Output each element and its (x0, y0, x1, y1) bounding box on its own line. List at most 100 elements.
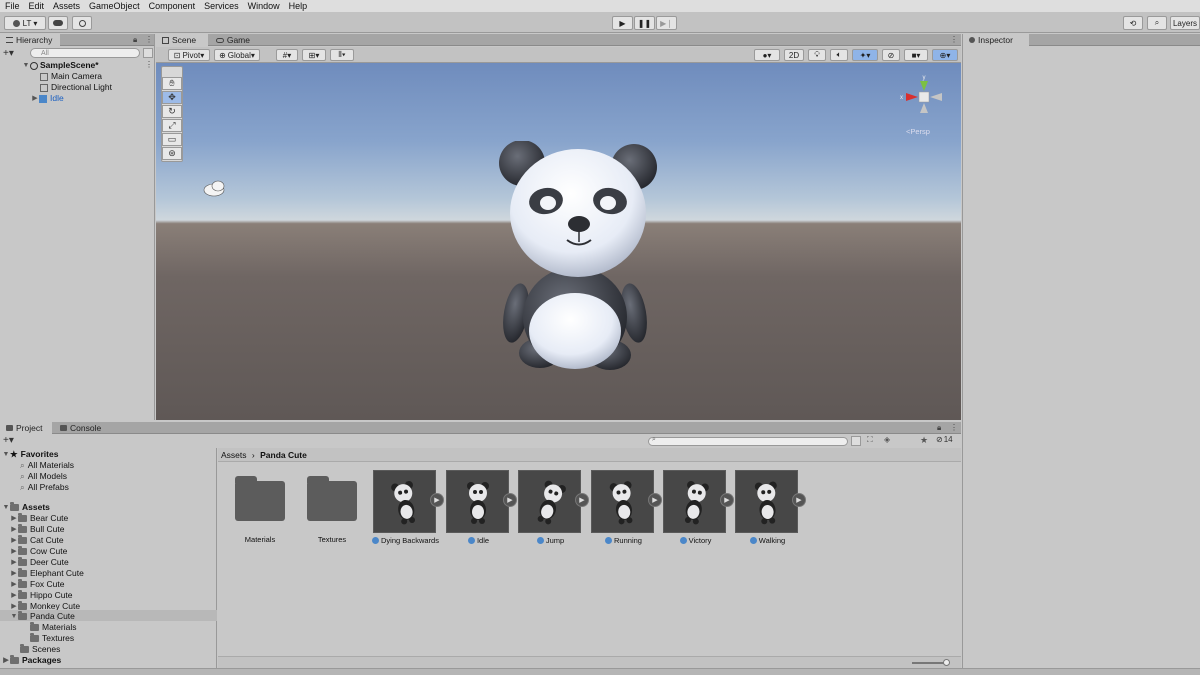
lighting-toggle[interactable]: 💡︎ (808, 49, 826, 61)
scene-menu-icon[interactable]: ⋮ (950, 35, 958, 44)
align-button[interactable]: ⫴▾ (330, 49, 354, 61)
expand-arrow-icon[interactable]: ▶ (2, 655, 10, 666)
asset-folder[interactable]: ▶ Cow Cute (10, 546, 67, 557)
asset-folder[interactable]: ▶ Deer Cute (10, 557, 69, 568)
scene-menu-icon[interactable]: ⋮ (145, 60, 153, 69)
search-button[interactable]: ⌕ (1147, 16, 1167, 30)
play-preview-button[interactable]: ▶ (430, 493, 444, 507)
subfolder-item[interactable]: Textures (30, 633, 74, 644)
animation-thumbnail[interactable] (735, 470, 798, 533)
2d-toggle[interactable]: 2D (784, 49, 804, 61)
expand-arrow-icon[interactable]: ▶ (31, 93, 39, 104)
asset-folder[interactable]: ▶ Elephant Cute (10, 568, 84, 579)
animation-thumbnail[interactable] (518, 470, 581, 533)
tab-project[interactable]: Project (0, 422, 52, 434)
menu-gameobject[interactable]: GameObject (89, 1, 140, 11)
favorite-item[interactable]: ⌕ All Models (20, 471, 67, 482)
rect-tool[interactable]: ▭ (162, 133, 182, 146)
tab-inspector[interactable]: Inspector (963, 34, 1029, 46)
play-preview-button[interactable]: ▶ (503, 493, 517, 507)
camera-dropdown[interactable]: ■▾ (904, 49, 928, 61)
project-search-input[interactable]: ⌕ (648, 436, 848, 446)
lock-icon[interactable]: 🔒︎ (937, 423, 941, 433)
expand-arrow-icon[interactable]: ▼ (2, 449, 10, 460)
asset-folder-selected[interactable]: ▼ Panda Cute (10, 611, 75, 622)
scene-root[interactable]: ▼ SampleScene* (22, 60, 99, 71)
filter-by-label-icon[interactable]: ◈ (884, 435, 890, 444)
play-preview-button[interactable]: ▶ (648, 493, 662, 507)
play-preview-button[interactable]: ▶ (720, 493, 734, 507)
move-tool[interactable]: ✥ (162, 91, 182, 104)
tab-hierarchy[interactable]: Hierarchy (0, 34, 60, 46)
breadcrumb-panda-cute[interactable]: Panda Cute (260, 450, 307, 460)
asset-folder[interactable]: ▶ Cat Cute (10, 535, 64, 546)
scenes-folder[interactable]: Scenes (20, 644, 60, 655)
asset-folder[interactable]: ▶ Hippo Cute (10, 590, 73, 601)
grid-snap-button[interactable]: #▾ (276, 49, 298, 61)
expand-arrow-icon[interactable]: ▶ (10, 557, 18, 568)
account-dropdown[interactable]: LT ▾ (4, 16, 46, 30)
filter-by-type-icon[interactable]: ⛶ (867, 435, 873, 445)
tab-scene[interactable]: Scene (156, 34, 208, 46)
assets-root[interactable]: ▼ Assets (2, 502, 50, 513)
directional-light-gizmo[interactable] (202, 178, 230, 198)
pivot-dropdown[interactable]: ⊡ Pivot ▾ (168, 49, 210, 61)
expand-arrow-icon[interactable]: ▶ (10, 579, 18, 590)
subfolder-item[interactable]: Materials (30, 622, 76, 633)
effects-toggle[interactable]: ✦▾ (852, 49, 878, 61)
expand-arrow-icon[interactable]: ▶ (10, 513, 18, 524)
search-type-icon[interactable] (851, 436, 861, 446)
expand-arrow-icon[interactable]: ▶ (10, 535, 18, 546)
favorite-item[interactable]: ⌕ All Materials (20, 460, 74, 471)
cloud-button[interactable] (48, 16, 68, 30)
expand-arrow-icon[interactable]: ▼ (10, 611, 18, 622)
menu-window[interactable]: Window (248, 1, 280, 11)
packages-root[interactable]: ▶ Packages (2, 655, 61, 666)
asset-folder[interactable]: ▶ Bear Cute (10, 513, 68, 524)
hierarchy-item-directional-light[interactable]: Directional Light (40, 82, 112, 93)
hidden-packages-toggle[interactable]: ⊘ 14 (936, 435, 953, 444)
scale-tool[interactable]: ⤢ (162, 119, 182, 132)
favorite-item[interactable]: ⌕ All Prefabs (20, 482, 69, 493)
tab-console[interactable]: Console (54, 422, 108, 434)
menu-services[interactable]: Services (204, 1, 239, 11)
pause-button[interactable]: ❚❚ (634, 16, 655, 30)
hierarchy-search-input[interactable]: All (30, 48, 140, 58)
increment-snap-button[interactable]: ⊞▾ (302, 49, 326, 61)
animation-thumbnail[interactable] (663, 470, 726, 533)
expand-arrow-icon[interactable]: ▶ (10, 546, 18, 557)
hierarchy-item-main-camera[interactable]: Main Camera (40, 71, 102, 82)
asset-folder[interactable]: ▶ Bull Cute (10, 524, 65, 535)
animation-thumbnail[interactable] (591, 470, 654, 533)
gizmos-dropdown[interactable]: ⊕▾ (932, 49, 958, 61)
play-preview-button[interactable]: ▶ (792, 493, 806, 507)
expand-arrow-icon[interactable]: ▶ (10, 568, 18, 579)
audio-toggle[interactable]: 🔈︎ (830, 49, 848, 61)
expand-arrow-icon[interactable]: ▼ (2, 502, 10, 513)
zoom-slider-handle[interactable] (943, 659, 950, 666)
history-button[interactable]: ⟲ (1123, 16, 1143, 30)
zoom-slider-track[interactable] (912, 662, 946, 664)
grid-folder-materials[interactable] (235, 476, 285, 521)
scene-viewport[interactable]: y x <Persp (156, 63, 961, 420)
expand-arrow-icon[interactable]: ▶ (10, 590, 18, 601)
collab-button[interactable] (72, 16, 92, 30)
rotate-tool[interactable]: ↻ (162, 105, 182, 118)
expand-arrow-icon[interactable]: ▼ (22, 60, 30, 71)
menu-component[interactable]: Component (149, 1, 196, 11)
global-dropdown[interactable]: ⊕ Global ▾ (214, 49, 260, 61)
create-button[interactable]: +▾ (3, 435, 14, 446)
hierarchy-menu-icon[interactable]: ⋮ (145, 35, 153, 44)
lock-icon[interactable]: 🔒︎ (133, 35, 137, 45)
projection-label[interactable]: <Persp (906, 127, 930, 136)
add-button[interactable]: +▾ (3, 48, 14, 59)
menu-help[interactable]: Help (289, 1, 308, 11)
animation-thumbnail[interactable] (446, 470, 509, 533)
expand-arrow-icon[interactable]: ▶ (10, 524, 18, 535)
breadcrumb-assets[interactable]: Assets (221, 450, 247, 460)
step-button[interactable]: ▶❘ (656, 16, 677, 30)
hand-tool[interactable]: ✋︎ (162, 77, 182, 90)
scene-visibility-toggle[interactable]: ⊘ (882, 49, 900, 61)
layers-dropdown[interactable]: Layers (1170, 16, 1200, 30)
menu-file[interactable]: File (5, 1, 20, 11)
